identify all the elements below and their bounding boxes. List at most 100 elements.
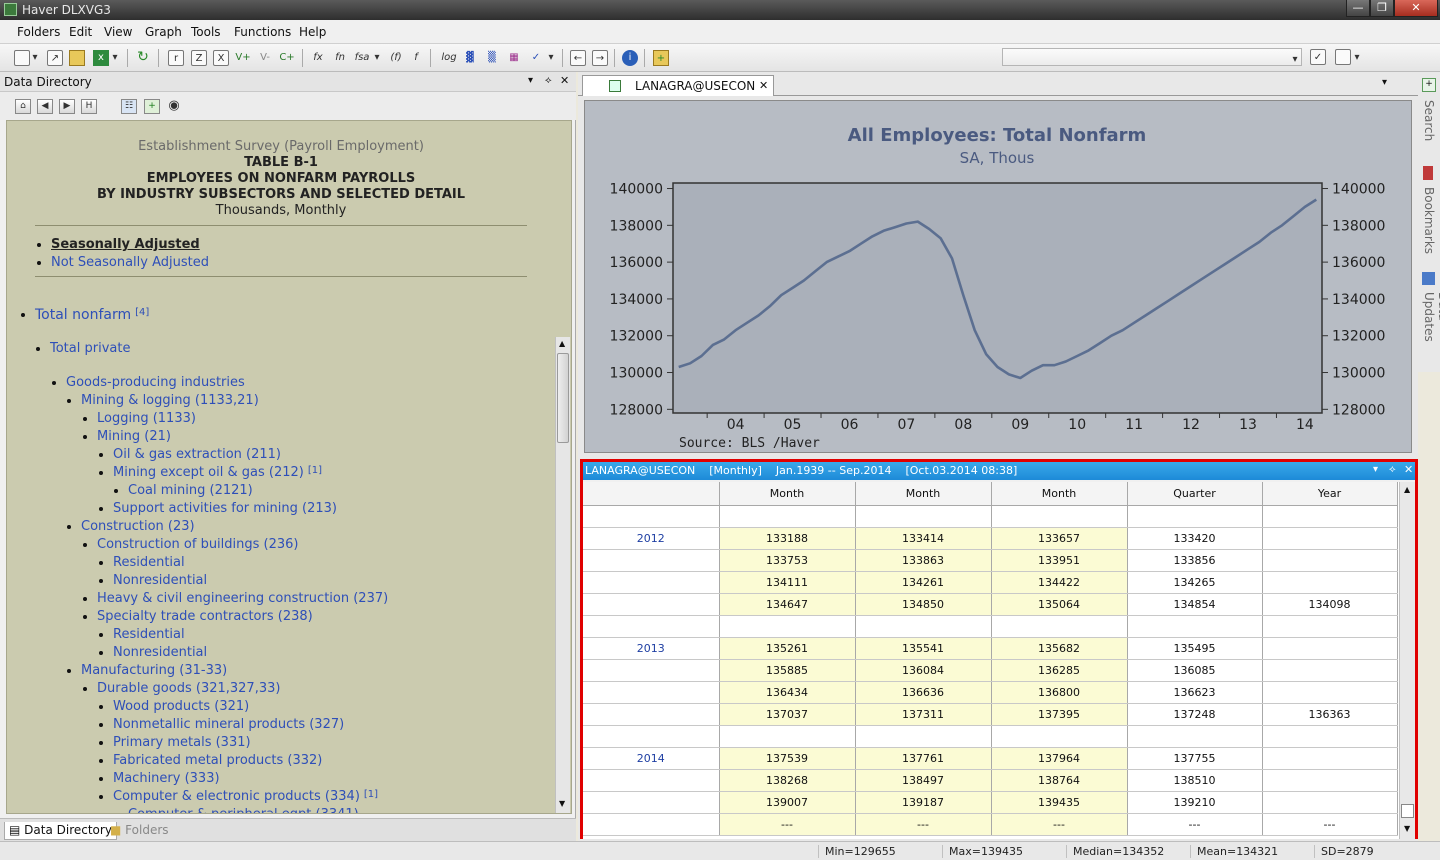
data-cell[interactable]: 133420: [1127, 527, 1263, 550]
open-folder-icon[interactable]: [69, 50, 85, 66]
fsa-dropdown-icon[interactable]: ▾: [372, 50, 382, 66]
chart-dropdown-icon[interactable]: ▾: [546, 50, 556, 66]
data-cell[interactable]: 136434: [719, 681, 856, 704]
tab-list-icon[interactable]: ▾: [1382, 77, 1387, 88]
data-cell[interactable]: [1262, 791, 1398, 814]
tree-item[interactable]: Residential: [99, 555, 189, 570]
footnote-ref[interactable]: [4]: [135, 307, 149, 318]
new-dropdown-icon[interactable]: ▾: [30, 50, 40, 66]
tree-item[interactable]: Support activities for mining (213): [99, 501, 341, 516]
close-tab-icon[interactable]: ✕: [759, 79, 768, 92]
tree-item[interactable]: Durable goods (321,327,33): [83, 681, 284, 696]
data-cell[interactable]: ---: [855, 813, 992, 836]
data-cell[interactable]: 136285: [991, 659, 1128, 682]
data-cell[interactable]: 137311: [855, 703, 992, 726]
data-cell[interactable]: [991, 505, 1128, 528]
bar-chart-icon[interactable]: ▓: [462, 50, 478, 66]
x-icon[interactable]: X: [213, 50, 229, 66]
close-pane-icon[interactable]: ✕: [560, 74, 569, 87]
data-cell[interactable]: 137761: [855, 747, 992, 770]
forward-arrow-icon[interactable]: →: [592, 50, 608, 66]
row-label[interactable]: [583, 791, 720, 814]
row-label[interactable]: [583, 549, 720, 572]
back-arrow-icon[interactable]: ←: [570, 50, 586, 66]
data-cell[interactable]: [1262, 659, 1398, 682]
data-cell[interactable]: 136800: [991, 681, 1128, 704]
data-cell[interactable]: 138268: [719, 769, 856, 792]
log-icon[interactable]: log: [439, 50, 459, 66]
data-cell[interactable]: 139187: [855, 791, 992, 814]
r-icon[interactable]: r: [168, 50, 184, 66]
grid-close-icon[interactable]: ✕: [1404, 463, 1413, 476]
data-cell[interactable]: 133188: [719, 527, 856, 550]
tree-item[interactable]: Goods-producing industries: [52, 375, 249, 390]
data-cell[interactable]: 135261: [719, 637, 856, 660]
data-cell[interactable]: 134647: [719, 593, 856, 616]
option-not-seasonally-adjusted[interactable]: Not Seasonally Adjusted: [37, 255, 209, 270]
data-cell[interactable]: 139007: [719, 791, 856, 814]
tree-item[interactable]: Mining & logging (1133,21): [67, 393, 263, 408]
grid-scroll-thumb[interactable]: [1401, 804, 1414, 818]
data-cell[interactable]: [1262, 747, 1398, 770]
data-cell[interactable]: [1262, 615, 1398, 638]
data-cell[interactable]: [855, 725, 992, 748]
column-header[interactable]: Month: [991, 482, 1128, 506]
data-cell[interactable]: 135682: [991, 637, 1128, 660]
data-cell[interactable]: 135064: [991, 593, 1128, 616]
data-cell[interactable]: ---: [1127, 813, 1263, 836]
tree-item[interactable]: Wood products (321): [99, 699, 253, 714]
tree-item[interactable]: Logging (1133): [83, 411, 200, 426]
data-cell[interactable]: [1127, 615, 1263, 638]
tree-item[interactable]: Total private: [36, 341, 134, 356]
v-minus-icon[interactable]: V-: [257, 50, 273, 66]
excel-icon[interactable]: x: [93, 50, 109, 66]
data-cell[interactable]: 133863: [855, 549, 992, 572]
grid-menu-icon[interactable]: ▾: [1373, 464, 1378, 475]
minimize-button[interactable]: —: [1346, 0, 1370, 17]
data-cell[interactable]: 136084: [855, 659, 992, 682]
back-icon[interactable]: ◀: [37, 99, 53, 114]
check-icon[interactable]: ✓: [1310, 49, 1326, 65]
data-cell[interactable]: 136363: [1262, 703, 1398, 726]
row-label[interactable]: [583, 615, 720, 638]
data-cell[interactable]: [855, 615, 992, 638]
data-cell[interactable]: [855, 505, 992, 528]
scroll-up-icon[interactable]: ▲: [559, 339, 565, 348]
data-cell[interactable]: 133856: [1127, 549, 1263, 572]
data-cell[interactable]: 133951: [991, 549, 1128, 572]
tree-item[interactable]: Specialty trade contractors (238): [83, 609, 317, 624]
tree-item[interactable]: Computer & peripheral eqpt (3341): [114, 807, 363, 813]
tree-item[interactable]: Mining except oil & gas (212) [1]: [99, 465, 322, 480]
data-cell[interactable]: 139210: [1127, 791, 1263, 814]
combo-chart-icon[interactable]: ▦: [506, 50, 522, 66]
tree-item[interactable]: Construction (23): [67, 519, 199, 534]
data-cell[interactable]: ---: [1262, 813, 1398, 836]
row-label[interactable]: [583, 769, 720, 792]
excel-dropdown-icon[interactable]: ▾: [110, 50, 120, 66]
refresh-icon[interactable]: ↻: [135, 50, 151, 66]
tab-folders[interactable]: ■ Folders: [106, 822, 173, 840]
data-cell[interactable]: 137964: [991, 747, 1128, 770]
row-label[interactable]: [583, 505, 720, 528]
restore-button[interactable]: ❐: [1370, 0, 1394, 17]
data-cell[interactable]: ---: [719, 813, 856, 836]
tree-item[interactable]: Mining (21): [83, 429, 175, 444]
grid-scroll-down-icon[interactable]: ▼: [1404, 824, 1410, 833]
fn-icon[interactable]: fn: [332, 50, 348, 66]
grid-scroll-up-icon[interactable]: ▲: [1404, 485, 1410, 494]
scroll-thumb[interactable]: [557, 353, 569, 443]
tree-item[interactable]: Coal mining (2121): [114, 483, 257, 498]
scroll-down-icon[interactable]: ▼: [559, 799, 565, 808]
data-cell[interactable]: 134098: [1262, 593, 1398, 616]
data-cell[interactable]: [1262, 681, 1398, 704]
tree-item[interactable]: Fabricated metal products (332): [99, 753, 326, 768]
tab-lanagra[interactable]: LANAGRA@USECON ✕: [582, 75, 774, 96]
grid-pin-icon[interactable]: ⟡: [1389, 464, 1396, 475]
row-label[interactable]: [583, 725, 720, 748]
menu-tools[interactable]: Tools: [191, 25, 221, 39]
tree-item[interactable]: Heavy & civil engineering construction (…: [83, 591, 392, 606]
data-cell[interactable]: [1262, 637, 1398, 660]
data-cell[interactable]: 133657: [991, 527, 1128, 550]
data-cell[interactable]: 134854: [1127, 593, 1263, 616]
row-label[interactable]: [583, 681, 720, 704]
